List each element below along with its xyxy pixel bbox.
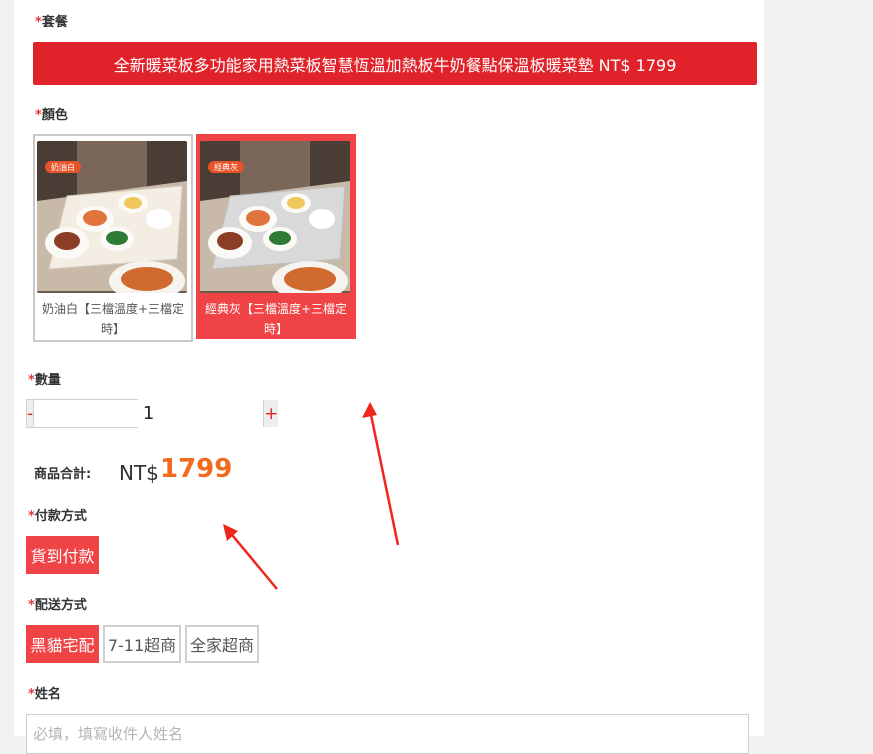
name-label: *姓名 xyxy=(28,683,61,702)
name-label-text: 姓名 xyxy=(34,687,61,702)
color-option-caption: 經典灰【三檔溫度+三檔定時】 xyxy=(204,302,348,336)
product-image: 奶油白 xyxy=(37,141,187,293)
order-form-panel: *套餐 全新暖菜板多功能家用熱菜板智慧恆溫加熱板牛奶餐點保溫板暖菜墊 NT$ 1… xyxy=(14,0,764,754)
payment-option-cod[interactable]: 貨到付款 xyxy=(26,536,99,574)
required-mark: * xyxy=(28,509,35,524)
quantity-stepper: - + xyxy=(26,399,279,428)
shipping-option-familymart[interactable]: 全家超商 xyxy=(185,625,259,663)
shipping-option-home-delivery[interactable]: 黑貓宅配 xyxy=(26,625,99,663)
required-mark: * xyxy=(28,687,35,702)
color-tag: 經典灰 xyxy=(214,162,238,172)
color-label: *顏色 xyxy=(35,104,68,123)
package-label: *套餐 xyxy=(35,11,68,30)
color-tag: 奶油白 xyxy=(51,162,75,172)
required-mark: * xyxy=(35,108,42,123)
payment-label-text: 付款方式 xyxy=(34,509,87,524)
color-option-classic-gray[interactable]: 經典灰 經典灰【三檔溫度+三檔定時】 xyxy=(196,134,356,339)
required-mark: * xyxy=(28,373,35,388)
package-label-text: 套餐 xyxy=(41,15,68,30)
recipient-name-input[interactable] xyxy=(26,714,749,754)
quantity-input[interactable] xyxy=(34,400,264,427)
total-label: 商品合計: xyxy=(34,467,92,482)
color-option-caption: 奶油白【三檔溫度+三檔定時】 xyxy=(41,302,185,336)
shipping-label-text: 配送方式 xyxy=(34,598,87,613)
required-mark: * xyxy=(28,598,35,613)
total-amount: 1799 xyxy=(160,454,233,484)
total-currency: NT$ xyxy=(119,461,159,485)
product-image: 經典灰 xyxy=(200,141,350,293)
quantity-label-text: 數量 xyxy=(34,373,61,388)
shipping-option-711[interactable]: 7-11超商 xyxy=(103,625,181,663)
color-label-text: 顏色 xyxy=(41,108,68,123)
quantity-plus-button[interactable]: + xyxy=(263,400,279,427)
quantity-minus-button[interactable]: - xyxy=(27,400,35,427)
package-option-button[interactable]: 全新暖菜板多功能家用熱菜板智慧恆溫加熱板牛奶餐點保溫板暖菜墊 NT$ 1799 xyxy=(33,42,757,85)
required-mark: * xyxy=(35,15,42,30)
payment-label: *付款方式 xyxy=(28,505,87,524)
quantity-label: *數量 xyxy=(28,369,61,388)
shipping-label: *配送方式 xyxy=(28,594,87,613)
color-option-cream-white[interactable]: 奶油白 奶油白【三檔溫度+三檔定時】 xyxy=(33,134,193,342)
